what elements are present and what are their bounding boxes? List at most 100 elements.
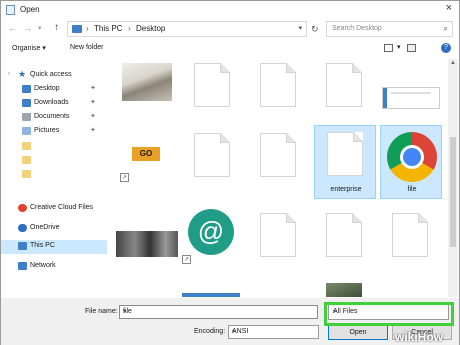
file-tile[interactable]: @ ↗ [182,207,244,277]
image-thumbnail-dark [116,231,178,257]
file-tile[interactable] [182,59,244,119]
image-thumbnail-nature [326,283,362,297]
chevron-down-icon[interactable]: ▾ [123,308,314,315]
view-dropdown-icon[interactable]: ▾ [397,43,401,51]
file-tile[interactable] [116,207,178,277]
star-icon: ★ [18,69,27,79]
file-tile-enterprise[interactable]: enterprise [314,125,376,199]
help-icon[interactable]: ? [441,43,451,53]
nav-network[interactable]: Network [1,260,107,273]
search-icon: ⌕ [443,24,448,33]
file-name-input[interactable]: file ▾ [119,305,318,319]
document-icon [194,133,230,177]
vertical-scrollbar[interactable]: ▲ [448,59,458,297]
encoding-label: Encoding: [194,328,226,335]
nav-folder[interactable] [1,154,107,167]
file-tile[interactable] [314,59,376,119]
pin-icon: ✦ [90,113,96,120]
image-thumbnail-room [122,63,172,101]
breadcrumb-this-pc[interactable]: This PC [94,24,122,33]
nav-label: Downloads [34,99,69,106]
scroll-up-icon[interactable]: ▲ [450,60,456,66]
document-icon [326,213,362,257]
open-button[interactable]: Open [328,325,388,340]
document-icon [194,63,230,107]
highlight-box [324,302,454,326]
nav-label: Creative Cloud Files [30,204,94,211]
file-tile[interactable] [182,125,244,187]
file-tile[interactable] [314,207,376,277]
file-tile[interactable]: GO ↗ [116,125,178,187]
close-icon[interactable]: × [446,2,452,14]
network-icon [18,262,27,270]
command-toolbar: Organise ▾ New folder ▾ ? [1,40,459,57]
preview-pane-icon[interactable] [407,44,416,52]
pin-icon: ✦ [90,127,96,134]
download-icon [22,99,31,107]
nav-pictures[interactable]: Pictures ✦ [1,125,107,138]
document-icon [260,213,296,257]
file-tile[interactable] [380,207,442,277]
title-bar: Open × [1,1,459,18]
nav-this-pc[interactable]: This PC [1,240,107,254]
file-tile[interactable] [248,207,310,277]
breadcrumb-desktop[interactable]: Desktop [136,24,165,33]
document-icon [260,133,296,177]
file-tile[interactable] [380,59,442,119]
chrome-icon [387,132,437,182]
scrollbar-thumb[interactable] [450,137,456,247]
nav-quick-access[interactable]: › ★ Quick access [1,69,107,82]
document-icon [327,132,363,176]
nav-folder[interactable] [1,168,107,181]
nav-folder[interactable] [1,140,107,153]
pc-icon [18,242,27,250]
window-title: Open [20,5,40,14]
file-tile[interactable] [182,291,244,297]
desktop-icon [22,85,31,93]
back-arrow-icon[interactable]: ← [8,23,17,33]
breadcrumb-separator-icon: › [128,24,131,33]
folder-icon [22,156,31,164]
file-grid: GO ↗ enterprise file @ ↗ [110,57,448,297]
go-logo-label: GO [132,147,160,161]
expand-icon[interactable]: › [8,71,10,77]
folder-icon [22,170,31,178]
refresh-icon[interactable]: ↻ [311,24,319,35]
file-label: file [407,186,417,193]
pictures-icon [22,127,31,135]
file-tile[interactable] [314,283,376,297]
address-row: ← → ▾ ↑ › This PC › Desktop ▾ ↻ Search D… [1,18,459,40]
file-tile-file[interactable]: file [380,125,442,199]
nav-onedrive[interactable]: OneDrive [1,222,107,235]
nav-creative-cloud[interactable]: Creative Cloud Files [1,202,107,215]
csgo-thumbnail: GO [126,137,166,171]
file-tile[interactable] [248,59,310,119]
file-tile[interactable] [248,125,310,187]
nav-desktop[interactable]: Desktop ✦ [1,83,107,96]
search-input[interactable]: Search Desktop ⌕ [326,21,453,37]
onedrive-icon [18,224,27,232]
file-tile[interactable] [116,59,178,119]
nav-label: OneDrive [30,224,60,231]
address-dropdown-icon[interactable]: ▾ [298,24,302,32]
nav-label: Desktop [34,85,60,92]
document-icon [392,213,428,257]
encoding-select[interactable]: ANSI ▾ [228,325,319,339]
shortcut-arrow-icon: ↗ [182,255,191,264]
nav-label: Quick access [30,71,72,78]
change-view-icon[interactable] [384,44,393,52]
chevron-down-icon: ▾ [232,329,236,335]
documents-icon [22,113,31,121]
search-placeholder: Search Desktop [332,25,382,32]
nav-downloads[interactable]: Downloads ✦ [1,97,107,110]
folder-icon [22,142,31,150]
recent-dropdown-icon[interactable]: ▾ [38,24,42,32]
address-bar[interactable]: › This PC › Desktop ▾ [67,21,307,37]
forward-arrow-icon[interactable]: → [23,23,32,33]
nav-documents[interactable]: Documents ✦ [1,111,107,124]
organise-menu[interactable]: Organise ▾ [12,44,46,52]
new-folder-button[interactable]: New folder [70,44,103,51]
pin-icon: ✦ [90,99,96,106]
up-arrow-icon[interactable]: ↑ [54,22,59,33]
file-name-label: File name: [85,308,118,315]
